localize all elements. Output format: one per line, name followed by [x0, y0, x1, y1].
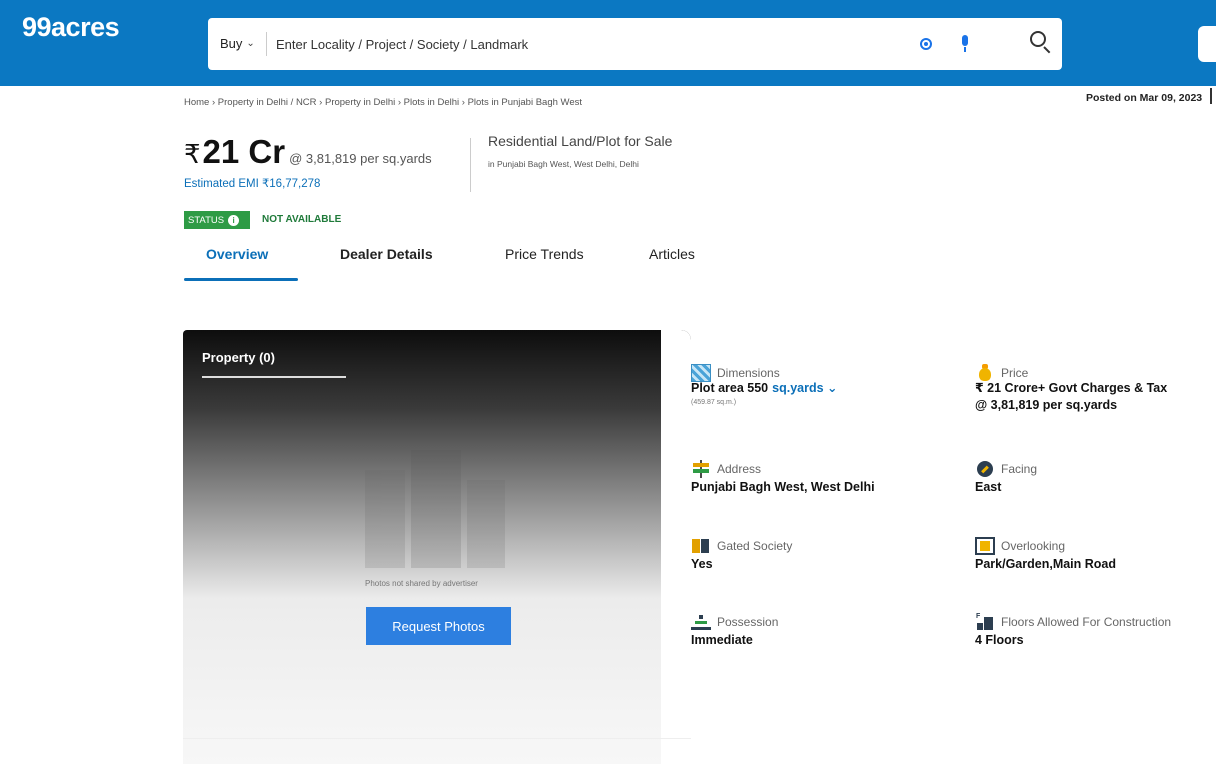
price-label: Price	[1001, 366, 1029, 380]
tab-price-trends[interactable]: Price Trends	[505, 246, 584, 262]
window-icon	[975, 537, 995, 555]
header-right-button[interactable]	[1198, 26, 1216, 62]
listing-title: Residential Land/Plot for Sale	[488, 133, 673, 149]
status-badge-label: STATUS	[188, 214, 225, 226]
overlooking-value: Park/Garden,Main Road	[975, 557, 1117, 571]
floors-label: Floors Allowed For Construction	[1001, 615, 1172, 629]
signpost-icon	[691, 460, 711, 478]
buy-dropdown-label: Buy	[220, 36, 243, 51]
unit-selector[interactable]: sq.yards ⌄	[772, 381, 837, 395]
dimensions-sqm: (459.87 sq.m.)	[691, 399, 737, 406]
gated-society-value: Yes	[691, 557, 713, 571]
detail-gated-society: Gated Society Yes	[691, 537, 792, 571]
dimensions-label: Dimensions	[717, 366, 780, 380]
detail-possession: Possession Immediate	[691, 613, 778, 647]
detail-facing: Facing East	[975, 460, 1037, 494]
possession-label: Possession	[717, 615, 779, 629]
posted-divider	[1210, 88, 1212, 104]
tab-articles[interactable]: Articles	[649, 246, 695, 262]
location-target-icon[interactable]	[920, 38, 932, 50]
price-heading: ₹ 21 Cr @ 3,81,819 per sq.yards	[184, 133, 432, 171]
breadcrumb-home[interactable]: Home	[184, 97, 209, 108]
search-icon[interactable]	[1030, 31, 1052, 54]
currency-symbol: ₹	[184, 139, 201, 169]
breadcrumb-property-delhi[interactable]: Property in Delhi	[325, 97, 395, 108]
facing-label: Facing	[1001, 462, 1038, 476]
property-photos-tab-underline	[202, 376, 346, 378]
breadcrumb-plots-delhi[interactable]: Plots in Delhi	[404, 97, 459, 108]
listing-location: in Punjabi Bagh West, West Delhi, Delhi	[488, 159, 639, 169]
property-photos-tab[interactable]: Property (0)	[202, 350, 275, 365]
buy-dropdown[interactable]: Buy ⌄	[220, 36, 255, 51]
price-detail-per-unit: @ 3,81,819 per sq.yards	[975, 398, 1118, 412]
price-divider	[470, 138, 471, 192]
detail-floors: F Floors Allowed For Construction 4 Floor…	[975, 613, 1171, 647]
possession-value: Immediate	[691, 633, 753, 647]
detail-address: Address Punjabi Bagh West, West Delhi	[691, 460, 875, 494]
active-tab-indicator	[184, 278, 298, 281]
building-placeholder-icon	[365, 450, 505, 568]
price-detail-value: ₹ 21 Crore+ Govt Charges & Tax	[975, 381, 1168, 395]
detail-dimensions: Dimensions Plot area 550 sq.yards ⌄ (459.…	[691, 364, 838, 406]
posted-date: Posted on Mar 09, 2023	[1086, 92, 1203, 104]
dimensions-icon	[691, 364, 711, 382]
info-icon: i	[228, 214, 240, 226]
gate-icon	[691, 537, 711, 555]
unit-selector-label: sq.yards	[772, 381, 824, 395]
detail-overlooking: Overlooking Park/Garden,Main Road	[975, 537, 1116, 571]
gated-society-label: Gated Society	[717, 539, 793, 553]
breadcrumb: Home › Property in Delhi / NCR › Propert…	[184, 97, 582, 108]
chevron-down-icon: ⌄	[246, 38, 255, 49]
floors-icon: F	[975, 613, 995, 631]
site-logo[interactable]: 99acres	[22, 12, 120, 43]
request-photos-button[interactable]: Request Photos	[366, 607, 511, 645]
breadcrumb-property-delhi-ncr[interactable]: Property in Delhi / NCR	[218, 97, 317, 108]
compass-icon	[975, 460, 995, 478]
no-photos-text: Photos not shared by advertiser	[365, 579, 478, 588]
price-value: 21 Cr	[202, 133, 286, 170]
search-input[interactable]	[276, 30, 876, 58]
money-bag-icon	[975, 364, 995, 382]
dimensions-value: Plot area 550	[691, 381, 769, 395]
facing-value: East	[975, 480, 1002, 494]
site-header: 99acres Buy ⌄	[0, 0, 1216, 86]
overlooking-label: Overlooking	[1001, 539, 1066, 553]
status-badge[interactable]: STATUS i	[184, 211, 250, 229]
detail-price: Price ₹ 21 Crore+ Govt Charges & Tax @ 3…	[975, 364, 1167, 412]
price-per-unit: @ 3,81,819 per sq.yards	[289, 151, 432, 166]
floors-value: 4 Floors	[975, 633, 1024, 647]
breadcrumb-plots-punjabi-bagh[interactable]: Plots in Punjabi Bagh West	[468, 97, 582, 108]
possession-icon	[691, 613, 711, 631]
address-value: Punjabi Bagh West, West Delhi	[691, 480, 875, 494]
address-label: Address	[717, 462, 762, 476]
tab-dealer-details[interactable]: Dealer Details	[340, 246, 433, 262]
panel-divider	[183, 738, 691, 739]
photo-gallery-panel: Property (0) Photos not shared by advert…	[183, 330, 691, 764]
emi-link[interactable]: Estimated EMI ₹16,77,278	[184, 176, 320, 190]
search-divider	[266, 32, 267, 56]
microphone-icon[interactable]	[960, 35, 970, 53]
search-bar: Buy ⌄	[208, 18, 1062, 70]
status-value: NOT AVAILABLE	[262, 214, 342, 225]
chevron-down-icon: ⌄	[827, 381, 838, 395]
tab-overview[interactable]: Overview	[206, 246, 268, 262]
